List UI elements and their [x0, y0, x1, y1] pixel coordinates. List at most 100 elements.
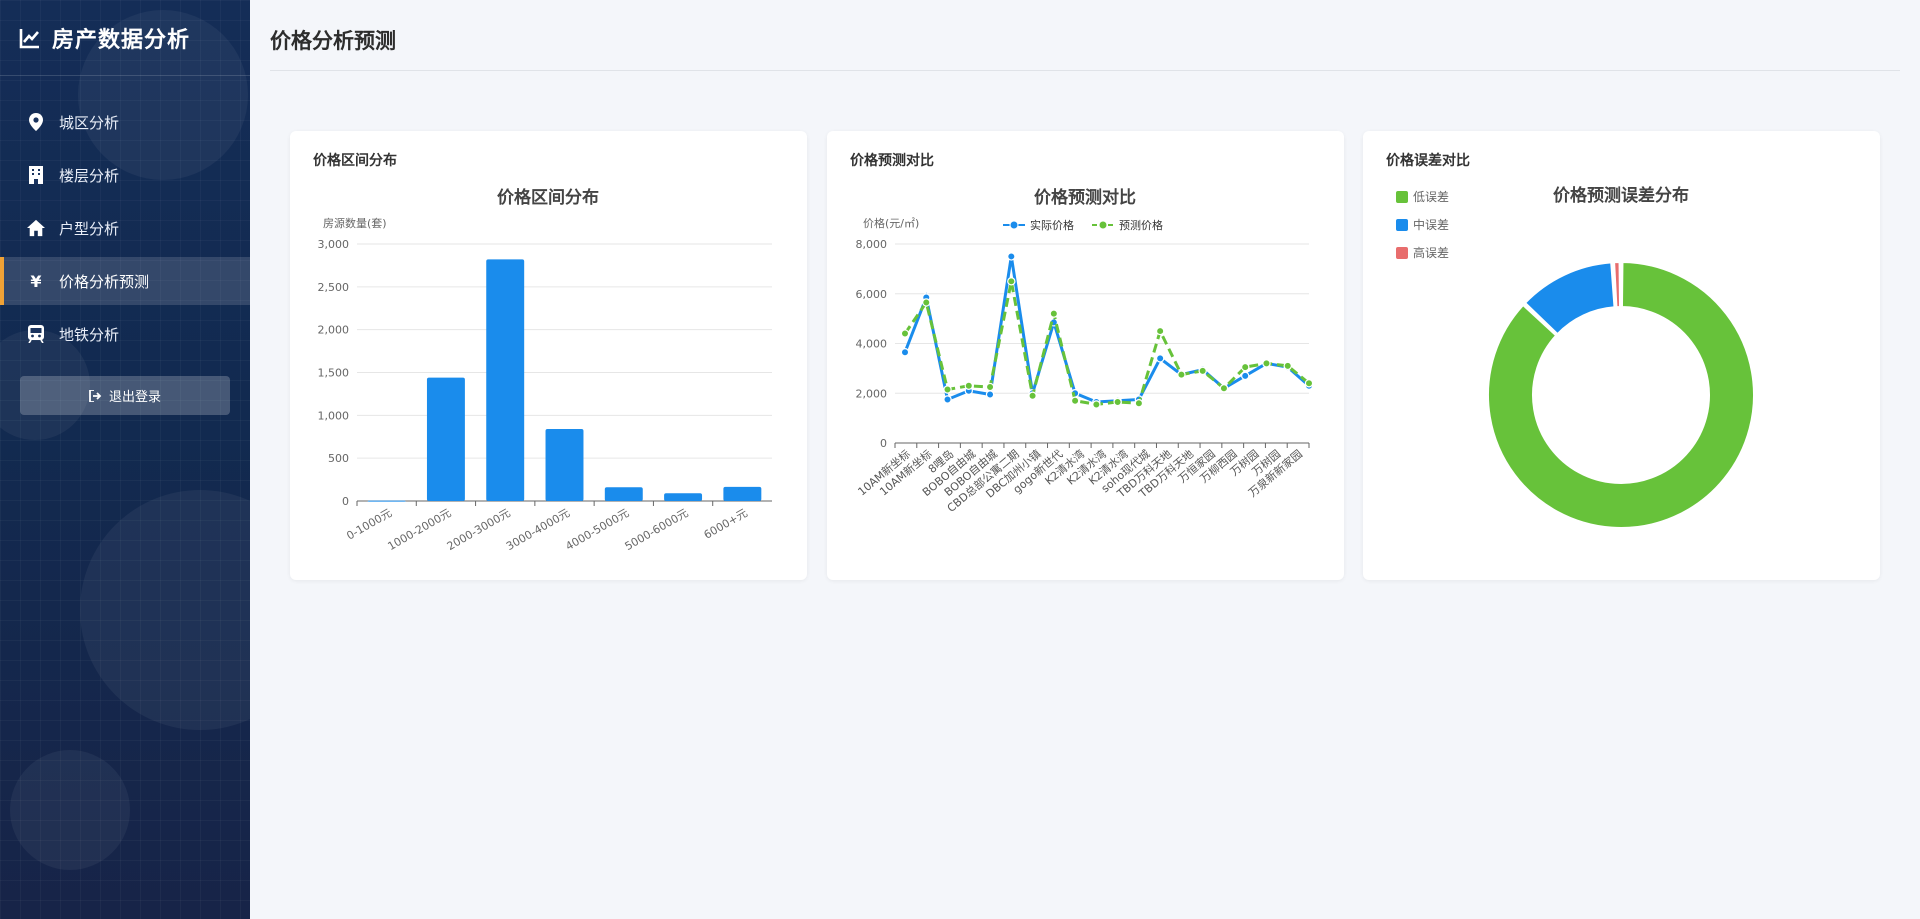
y-tick-label: 1,000 — [318, 409, 350, 422]
data-point — [1049, 309, 1059, 318]
data-point — [985, 382, 995, 392]
data-point — [900, 348, 910, 357]
x-tick-label: 0-1000元 — [344, 506, 394, 542]
bar — [545, 429, 584, 501]
sidebar-item-label: 城区分析 — [59, 113, 120, 132]
y-tick-label: 2,000 — [856, 387, 888, 400]
logout-button[interactable]: 退出登录 — [20, 376, 230, 415]
sidebar-item-label: 价格分析预测 — [59, 272, 150, 291]
x-tick-label: 1000-2000元 — [385, 506, 453, 553]
data-point — [943, 385, 952, 394]
y-axis-label: 房源数量(套) — [323, 216, 387, 230]
price-distribution-chart: 价格区间分布房源数量(套) 0 500 1,000 1,500 2,000 2,500 3,0… — [318, 187, 772, 553]
sidebar-item-label: 地铁分析 — [59, 325, 120, 344]
data-point — [1304, 379, 1314, 388]
data-point — [1198, 366, 1207, 376]
y-tick-label: 0 — [880, 437, 887, 450]
y-tick-label: 8,000 — [856, 238, 888, 251]
sidebar-item-layout[interactable]: 户型分析 — [0, 204, 250, 252]
data-point — [943, 395, 952, 404]
data-point — [964, 381, 973, 390]
bar — [367, 500, 406, 502]
x-tick-label: 4000-5000元 — [563, 506, 631, 553]
x-tick-label: 2000-3000元 — [445, 506, 513, 553]
data-point — [1028, 391, 1037, 400]
price-prediction-chart: 价格预测对比价格(元/㎡) 实际价格 预测价格 0 2,000 4,000 6,000 8,0… — [855, 187, 1314, 515]
sidebar-item-district[interactable]: 城区分析 — [0, 98, 250, 146]
home-icon — [27, 219, 45, 237]
line-chart-icon — [18, 26, 42, 50]
legend-label: 实际价格 — [1030, 218, 1074, 232]
legend-marker — [1396, 247, 1408, 259]
app-title: 房产数据分析 — [52, 27, 191, 53]
y-tick-label: 1,500 — [318, 367, 350, 380]
legend-label: 低误差 — [1413, 190, 1449, 204]
data-point — [1177, 370, 1186, 379]
data-point — [1113, 397, 1122, 407]
sidebar-item-price-prediction[interactable]: ¥ 价格分析预测 — [0, 257, 250, 305]
sign-out-icon — [89, 389, 103, 403]
building-icon — [27, 166, 45, 184]
y-tick-label: 3,000 — [318, 238, 350, 251]
data-point — [1262, 359, 1271, 368]
legend-marker — [1009, 220, 1019, 230]
x-tick-label: 5000-6000元 — [623, 506, 691, 553]
bar — [723, 486, 762, 501]
page-title: 价格分析预测 — [270, 29, 396, 53]
legend-label: 预测价格 — [1119, 218, 1163, 232]
data-point — [1007, 277, 1016, 286]
data-point — [1007, 252, 1016, 261]
legend-marker — [1396, 191, 1408, 203]
chart-title: 价格预测对比 — [1034, 187, 1136, 208]
chart-title: 价格预测误差分布 — [1553, 185, 1689, 206]
data-point — [1283, 361, 1292, 371]
y-tick-label: 0 — [342, 495, 349, 508]
title-divider — [270, 70, 1900, 71]
legend-label: 高误差 — [1413, 245, 1449, 260]
subway-icon — [27, 325, 45, 343]
legend-marker — [1098, 220, 1108, 230]
x-tick-label: 3000-4000元 — [504, 506, 572, 553]
legend-marker — [1396, 219, 1408, 231]
y-tick-label: 4,000 — [856, 338, 888, 351]
bar — [426, 377, 465, 501]
decor-circle — [10, 750, 130, 870]
data-point — [985, 390, 995, 399]
sidebar-item-floor[interactable]: 楼层分析 — [0, 151, 250, 199]
sidebar-item-label: 楼层分析 — [59, 166, 120, 185]
y-tick-label: 6,000 — [856, 288, 888, 301]
x-tick-label: 6000+元 — [702, 506, 750, 541]
y-tick-label: 2,000 — [318, 324, 350, 337]
sidebar-item-subway[interactable]: 地铁分析 — [0, 310, 250, 358]
map-marker-icon — [27, 113, 45, 131]
data-point — [1241, 362, 1250, 372]
brand-header: 房产数据分析 — [0, 0, 250, 76]
price-error-chart: 价格预测误差分布 低误差中误差高误差 — [1396, 185, 1755, 529]
price-error-card: 价格误差对比 价格预测误差分布 低误差 中误差 高误差 — [1363, 131, 1880, 580]
sidebar: 房产数据分析 城区分析 楼层分析 户型分析 ¥ 价格分析预测 地铁分析 退出登录 — [0, 0, 250, 919]
y-axis-label: 价格(元/㎡) — [863, 216, 919, 230]
logout-label: 退出登录 — [108, 390, 161, 405]
sidebar-nav: 城区分析 楼层分析 户型分析 ¥ 价格分析预测 地铁分析 — [0, 98, 250, 363]
price-distribution-card: 价格区间分布 价格区间分布房源数量(套) 0 500 1,000 1,500 2,000 2… — [290, 131, 807, 580]
data-point — [1134, 399, 1144, 408]
legend-label: 中误差 — [1413, 217, 1449, 232]
data-point — [1155, 326, 1165, 336]
chart-title: 价格区间分布 — [497, 187, 599, 208]
yen-icon: ¥ — [30, 271, 42, 291]
bar — [664, 493, 703, 501]
data-point — [1219, 384, 1229, 393]
data-point — [922, 298, 931, 307]
data-point — [1241, 371, 1250, 381]
bar — [604, 487, 643, 501]
series-line — [903, 256, 1310, 404]
sidebar-item-label: 户型分析 — [59, 219, 120, 238]
data-point — [1070, 396, 1080, 405]
y-tick-label: 2,500 — [318, 281, 350, 294]
price-prediction-card: 价格预测对比 价格预测对比价格(元/㎡) 实际价格 预测价格 0 2,000 4,000 6… — [827, 131, 1344, 580]
y-tick-label: 500 — [328, 452, 349, 465]
data-point — [1092, 400, 1101, 409]
bar — [486, 259, 525, 501]
data-point — [900, 329, 910, 338]
data-point — [1155, 354, 1165, 363]
